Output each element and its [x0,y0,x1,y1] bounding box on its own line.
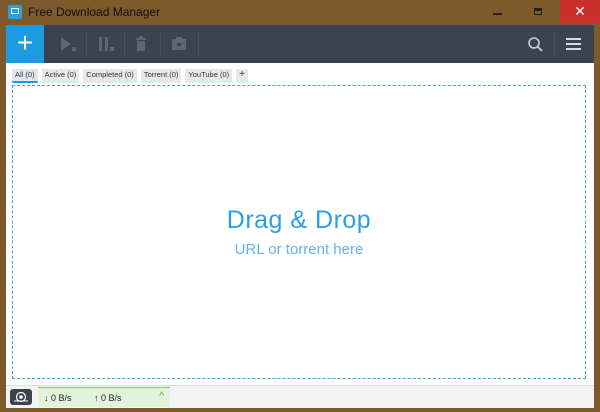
play-icon[interactable] [58,35,78,53]
app-window: Free Download Manager ✕ + All (0) Active… [0,0,600,412]
downloads-area: All (0) Active (0) Completed (0) Torrent… [6,63,594,385]
minimize-button[interactable] [479,0,515,23]
window-title: Free Download Manager [28,5,161,19]
speed-panel[interactable]: ↓ 0 B/s ↑ 0 B/s ^ [38,387,170,407]
snail-icon [14,391,28,403]
toolbar-separator [160,32,161,56]
toolbar-separator [554,32,555,56]
tab-all[interactable]: All (0) [12,69,38,83]
tab-completed[interactable]: Completed (0) [83,69,137,83]
tab-active[interactable]: Active (0) [41,69,80,83]
minimize-icon [492,12,502,15]
close-icon: ✕ [574,3,586,19]
toolbar-separator [124,32,125,56]
app-logo-icon [8,5,22,19]
maximize-button[interactable] [515,0,560,23]
tab-torrent[interactable]: Torrent (0) [140,69,182,83]
filter-tabs: All (0) Active (0) Completed (0) Torrent… [12,69,248,83]
toolbar: + [6,25,594,63]
drop-subtitle: URL or torrent here [234,241,364,258]
title-bar[interactable]: Free Download Manager ✕ [0,0,600,25]
folder-icon[interactable] [170,35,190,53]
upload-speed: ↑ 0 B/s [94,393,122,403]
maximize-icon [533,8,542,15]
search-icon[interactable] [526,35,546,53]
pause-icon[interactable] [96,35,116,53]
trash-icon[interactable] [132,35,152,53]
drop-title: Drag & Drop [226,206,372,234]
tab-youtube[interactable]: YouTube (0) [185,69,233,83]
snail-mode-button[interactable] [10,389,32,405]
add-download-button[interactable]: + [6,25,44,63]
drop-zone[interactable]: Drag & Drop URL or torrent here [12,85,586,379]
chevron-up-icon[interactable]: ^ [159,391,164,402]
add-tab-button[interactable]: + [236,69,248,83]
status-bar: ↓ 0 B/s ↑ 0 B/s ^ [6,385,594,408]
toolbar-separator [198,32,199,56]
toolbar-separator [86,32,87,56]
close-button[interactable]: ✕ [560,0,600,23]
menu-icon[interactable] [564,35,584,53]
download-speed: ↓ 0 B/s [44,393,72,403]
